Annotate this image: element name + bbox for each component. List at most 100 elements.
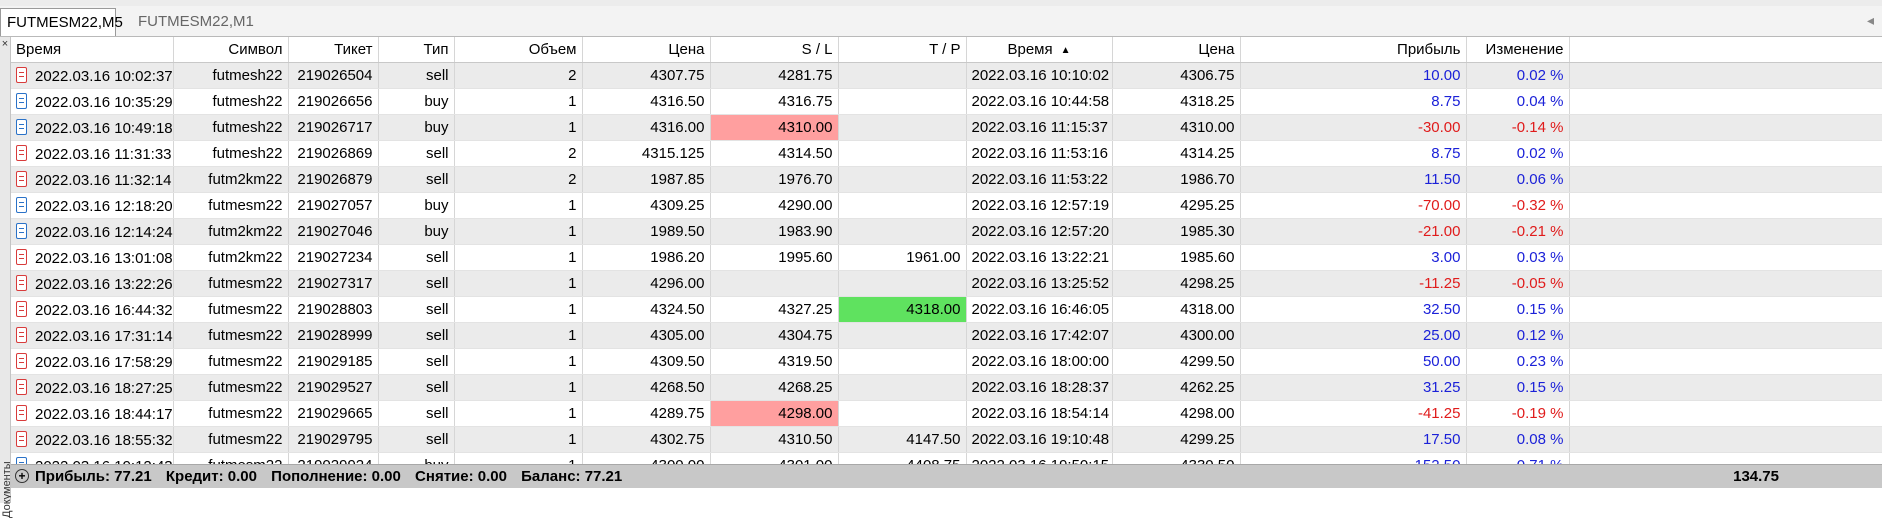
table-row[interactable]: 2022.03.16 18:27:25 futmesm22 219029527 sel… bbox=[11, 374, 1882, 401]
cell-filler bbox=[1569, 348, 1882, 375]
cell-stop-loss: 4310.50 bbox=[710, 426, 839, 453]
cell-profit: -70.00 bbox=[1240, 192, 1467, 219]
cell-profit: 31.25 bbox=[1240, 374, 1467, 401]
col-close-price[interactable]: Цена bbox=[1112, 37, 1241, 63]
table-row[interactable]: 2022.03.16 18:55:32 futmesm22 219029795 sel… bbox=[11, 426, 1882, 453]
cell-ticket: 219029185 bbox=[288, 348, 379, 375]
cell-volume: 2 bbox=[454, 166, 583, 193]
cell-filler bbox=[1569, 218, 1882, 245]
cell-close-price: 4298.00 bbox=[1112, 400, 1241, 427]
empty-area bbox=[11, 488, 1882, 503]
cell-profit: 10.00 bbox=[1240, 62, 1467, 89]
close-icon[interactable]: × bbox=[0, 37, 10, 51]
cell-volume: 1 bbox=[454, 322, 583, 349]
cell-volume: 1 bbox=[454, 88, 583, 115]
cell-volume: 1 bbox=[454, 400, 583, 427]
cell-profit: 8.75 bbox=[1240, 140, 1467, 167]
sell-order-icon bbox=[16, 378, 27, 395]
col-open-time[interactable]: Время bbox=[11, 37, 174, 63]
sell-order-icon bbox=[16, 144, 27, 161]
cell-open-price: 4268.50 bbox=[582, 374, 711, 401]
cell-close-time: 2022.03.16 12:57:19 bbox=[966, 192, 1113, 219]
cell-open-price: 4316.00 bbox=[582, 114, 711, 141]
tab-futmesm22-m1[interactable]: FUTMESM22,M1 bbox=[128, 8, 264, 35]
cell-change: -0.21 % bbox=[1466, 218, 1570, 245]
cell-take-profit: 4318.00 bbox=[838, 296, 967, 323]
cell-profit: 50.00 bbox=[1240, 348, 1467, 375]
cell-stop-loss: 4327.25 bbox=[710, 296, 839, 323]
table-row[interactable]: 2022.03.16 13:01:08 futm2km22 219027234 sel… bbox=[11, 244, 1882, 271]
open-time-text: 2022.03.16 18:27:25 bbox=[35, 379, 173, 397]
cell-close-price: 4310.00 bbox=[1112, 114, 1241, 141]
cell-close-price: 1986.70 bbox=[1112, 166, 1241, 193]
cell-take-profit: 4147.50 bbox=[838, 426, 967, 453]
summary-bar: + Прибыль: 77.21 Кредит: 0.00 Пополнение… bbox=[11, 464, 1882, 489]
cell-volume: 1 bbox=[454, 244, 583, 271]
tab-futmesm22-m5[interactable]: FUTMESM22,M5 bbox=[0, 8, 123, 36]
table-row[interactable]: 2022.03.16 12:14:24 futm2km22 219027046 buy… bbox=[11, 218, 1882, 245]
col-ticket[interactable]: Тикет bbox=[288, 37, 379, 63]
cell-stop-loss: 4281.75 bbox=[710, 62, 839, 89]
table-row[interactable]: 2022.03.16 16:44:32 futmesm22 219028803 sel… bbox=[11, 296, 1882, 323]
cell-change: 0.02 % bbox=[1466, 140, 1570, 167]
cell-profit: 3.00 bbox=[1240, 244, 1467, 271]
table-row[interactable]: 2022.03.16 11:31:33 futmesh22 219026869 sel… bbox=[11, 140, 1882, 167]
table-row[interactable]: 2022.03.16 10:02:37 futmesh22 219026504 sel… bbox=[11, 62, 1882, 89]
cell-close-price: 4262.25 bbox=[1112, 374, 1241, 401]
table-row[interactable]: 2022.03.16 10:35:29 futmesh22 219026656 buy… bbox=[11, 88, 1882, 115]
col-change[interactable]: Изменение bbox=[1466, 37, 1570, 63]
cell-symbol: futmesh22 bbox=[173, 88, 289, 115]
cell-symbol: futmesm22 bbox=[173, 374, 289, 401]
cell-change: 0.02 % bbox=[1466, 62, 1570, 89]
cell-take-profit bbox=[838, 270, 967, 297]
open-time-text: 2022.03.16 11:32:14 bbox=[35, 171, 172, 189]
cell-filler bbox=[1569, 114, 1882, 141]
cell-symbol: futmesm22 bbox=[173, 400, 289, 427]
open-time-text: 2022.03.16 10:49:18 bbox=[35, 119, 173, 137]
cell-stop-loss: 4319.50 bbox=[710, 348, 839, 375]
sell-order-icon bbox=[16, 274, 27, 291]
cell-take-profit: 1961.00 bbox=[838, 244, 967, 271]
cell-close-price: 1985.30 bbox=[1112, 218, 1241, 245]
table-row[interactable]: 2022.03.16 11:32:14 futm2km22 219026879 sel… bbox=[11, 166, 1882, 193]
cell-ticket: 219026717 bbox=[288, 114, 379, 141]
table-row[interactable]: 2022.03.16 12:18:20 futmesm22 219027057 buy… bbox=[11, 192, 1882, 219]
table-row[interactable]: 2022.03.16 10:49:18 futmesh22 219026717 buy… bbox=[11, 114, 1882, 141]
table-row[interactable]: 2022.03.16 18:44:17 futmesm22 219029665 sel… bbox=[11, 400, 1882, 427]
cell-volume: 1 bbox=[454, 270, 583, 297]
cell-open-time: 2022.03.16 18:44:17 bbox=[11, 400, 174, 427]
col-take-profit[interactable]: T / P bbox=[838, 37, 967, 63]
col-volume[interactable]: Объем bbox=[454, 37, 583, 63]
cell-open-price: 4309.50 bbox=[582, 348, 711, 375]
col-close-time[interactable]: Время ▲ bbox=[966, 37, 1113, 63]
cell-symbol: futm2km22 bbox=[173, 218, 289, 245]
tab-scroll-left-icon[interactable]: ◂ bbox=[1867, 12, 1874, 29]
col-profit[interactable]: Прибыль bbox=[1240, 37, 1467, 63]
cell-symbol: futm2km22 bbox=[173, 166, 289, 193]
cell-volume: 2 bbox=[454, 62, 583, 89]
sell-order-icon bbox=[16, 248, 27, 265]
cell-take-profit bbox=[838, 114, 967, 141]
col-symbol[interactable]: Символ bbox=[173, 37, 289, 63]
open-time-text: 2022.03.16 13:22:26 bbox=[35, 275, 173, 293]
cell-close-price: 4299.25 bbox=[1112, 426, 1241, 453]
cell-close-price: 4306.75 bbox=[1112, 62, 1241, 89]
col-open-price[interactable]: Цена bbox=[582, 37, 711, 63]
cell-filler bbox=[1569, 426, 1882, 453]
cell-close-time: 2022.03.16 10:44:58 bbox=[966, 88, 1113, 115]
cell-close-price: 4295.25 bbox=[1112, 192, 1241, 219]
plus-circle-icon[interactable]: + bbox=[15, 469, 29, 483]
table-row[interactable]: 2022.03.16 17:31:14 futmesm22 219028999 sel… bbox=[11, 322, 1882, 349]
cell-take-profit bbox=[838, 218, 967, 245]
table-row[interactable]: 2022.03.16 17:58:29 futmesm22 219029185 sel… bbox=[11, 348, 1882, 375]
table-row[interactable]: 2022.03.16 13:22:26 futmesm22 219027317 sel… bbox=[11, 270, 1882, 297]
cell-close-time: 2022.03.16 16:46:05 bbox=[966, 296, 1113, 323]
cell-symbol: futmesh22 bbox=[173, 62, 289, 89]
cell-open-price: 4305.00 bbox=[582, 322, 711, 349]
cell-symbol: futmesm22 bbox=[173, 192, 289, 219]
open-time-text: 2022.03.16 12:14:24 bbox=[35, 223, 173, 241]
open-time-text: 2022.03.16 13:01:08 bbox=[35, 249, 173, 267]
col-stop-loss[interactable]: S / L bbox=[710, 37, 839, 63]
col-type[interactable]: Тип bbox=[378, 37, 455, 63]
cell-type: sell bbox=[378, 374, 455, 401]
